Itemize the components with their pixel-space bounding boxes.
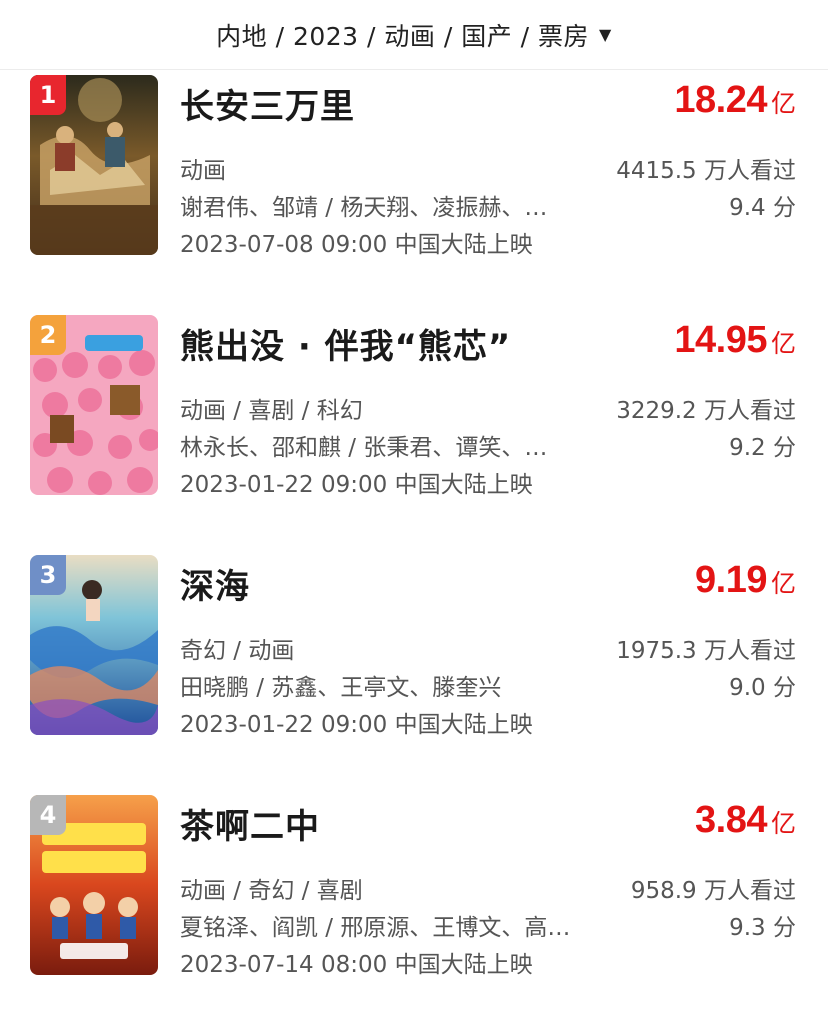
- release-date: 2023-01-22 09:00 中国大陆上映: [180, 712, 533, 738]
- filter-label: 内地 / 2023 / 动画 / 国产 / 票房: [216, 21, 590, 51]
- box-office-unit: 亿: [770, 89, 796, 118]
- release-date: 2023-07-08 09:00 中国大陆上映: [180, 232, 533, 258]
- box-office: 9.19 亿: [695, 559, 796, 602]
- box-office: 18.24 亿: [674, 79, 796, 122]
- rank-badge: 3: [30, 555, 66, 595]
- box-office: 3.84 亿: [695, 799, 796, 842]
- movie-score: 9.3 分: [729, 915, 796, 941]
- movie-title[interactable]: 熊出没 · 伴我“熊芯”: [180, 319, 511, 368]
- box-office-value: 9.19: [695, 559, 767, 601]
- movie-score: 9.4 分: [729, 195, 796, 221]
- viewer-count: 958.9 万人看过: [630, 878, 796, 904]
- movie-cast: 谢君伟、邹靖 / 杨天翔、凌振赫、…: [180, 195, 548, 221]
- box-office-unit: 亿: [770, 809, 796, 838]
- movie-genre: 动画 / 喜剧 / 科幻: [180, 398, 363, 424]
- movie-cast: 田晓鹏 / 苏鑫、王亭文、滕奎兴: [180, 675, 502, 701]
- movie-genre: 奇幻 / 动画: [180, 638, 295, 664]
- box-office-value: 14.95: [674, 319, 767, 361]
- movie-cast: 林永长、邵和麒 / 张秉君、谭笑、…: [180, 435, 548, 461]
- movie-item[interactable]: 4 茶啊二中 3.84 亿 动画 / 奇幻 / 喜剧 夏铭泽、阎凯 / 邢原源、王…: [0, 795, 828, 978]
- rank-badge: 2: [30, 315, 66, 355]
- rank-badge: 4: [30, 795, 66, 835]
- movie-title[interactable]: 长安三万里: [180, 79, 355, 128]
- movie-genre: 动画 / 奇幻 / 喜剧: [180, 878, 363, 904]
- box-office-value: 3.84: [695, 799, 767, 841]
- release-date: 2023-01-22 09:00 中国大陆上映: [180, 472, 533, 498]
- rank-badge: 1: [30, 75, 66, 115]
- viewer-count: 1975.3 万人看过: [616, 638, 796, 664]
- filter-bar[interactable]: 内地 / 2023 / 动画 / 国产 / 票房 ▼: [0, 0, 828, 70]
- movie-score: 9.0 分: [729, 675, 796, 701]
- box-office: 14.95 亿: [674, 319, 796, 362]
- release-date: 2023-07-14 08:00 中国大陆上映: [180, 952, 533, 978]
- viewer-count: 3229.2 万人看过: [616, 398, 796, 424]
- movie-genre: 动画: [180, 158, 226, 184]
- box-office-unit: 亿: [770, 329, 796, 358]
- box-office-unit: 亿: [770, 569, 796, 598]
- movie-item[interactable]: 2 熊出没 · 伴我“熊芯” 14.95 亿 动画 / 喜剧 / 科幻 林永长、邵…: [0, 315, 828, 498]
- movie-cast: 夏铭泽、阎凯 / 邢原源、王博文、高…: [180, 915, 571, 941]
- movie-item[interactable]: 1 长安三万里 18.24 亿 动画 谢君伟、邹靖 / 杨天翔、凌振赫、… 202…: [0, 75, 828, 258]
- movie-title[interactable]: 茶啊二中: [180, 799, 320, 848]
- box-office-value: 18.24: [674, 79, 767, 121]
- movie-title[interactable]: 深海: [180, 559, 250, 608]
- viewer-count: 4415.5 万人看过: [616, 158, 796, 184]
- movie-score: 9.2 分: [729, 435, 796, 461]
- dropdown-arrow-icon: ▼: [599, 25, 612, 44]
- movie-item[interactable]: 3 深海 9.19 亿 奇幻 / 动画 田晓鹏 / 苏鑫、王亭文、滕奎兴 2023…: [0, 555, 828, 738]
